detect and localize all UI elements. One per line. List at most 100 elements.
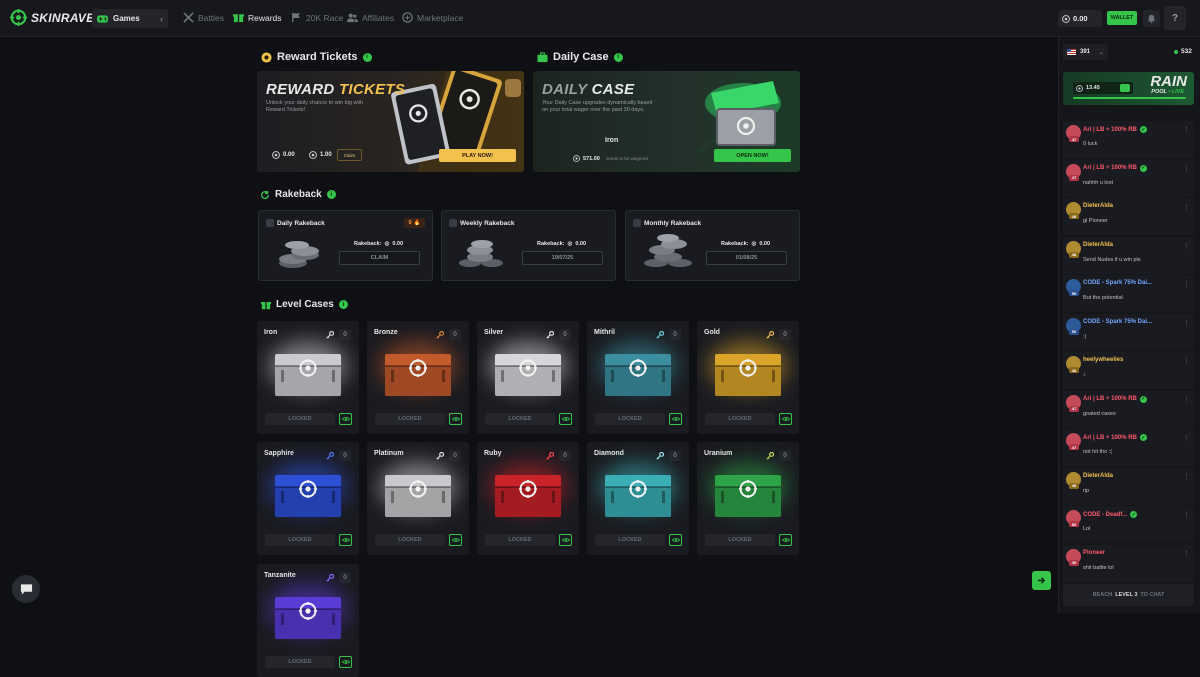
rain-live-label: • LIVE [1168,89,1184,95]
rain-join-icon[interactable] [1120,84,1130,92]
chat-username[interactable]: DieterAlda [1083,242,1113,248]
more-options-icon[interactable]: ⋮ [1183,126,1190,134]
chat-username[interactable]: CODE - Deadf... ✓ [1083,511,1138,518]
preview-case-button[interactable] [449,534,462,546]
preview-case-button[interactable] [779,534,792,546]
info-icon[interactable]: i [362,52,372,62]
info-icon[interactable]: i [338,300,348,309]
info-icon[interactable]: i [613,52,623,62]
eye-icon [451,417,460,421]
case-locked-button[interactable]: LOCKED [485,534,555,546]
support-chat-button[interactable] [12,575,40,603]
case-locked-button[interactable]: LOCKED [265,656,335,668]
daily-rakeback-title-text: Daily Rakeback [277,219,325,227]
more-options-icon[interactable]: ⋮ [1183,357,1190,365]
more-options-icon[interactable]: ⋮ [1183,511,1190,519]
streak-count: 0 [408,220,412,226]
case-locked-button[interactable]: LOCKED [265,534,335,546]
preview-case-button[interactable] [339,413,352,425]
preview-case-button[interactable] [669,534,682,546]
notifications-button[interactable] [1143,10,1160,27]
chat-username[interactable]: Ari | LB + 100% RB ✓ [1083,126,1147,133]
wallet-button[interactable]: WALLET [1107,11,1137,25]
nav-rewards[interactable]: Rewards [233,12,282,23]
level-case-card[interactable]: Sapphire 0 LOCKED [257,442,359,555]
user-avatar-button[interactable]: ? [1164,6,1186,30]
nav-marketplace[interactable]: Marketplace [402,12,463,23]
monthly-rakeback-amount: Rakeback: ◎ 0.00 [721,241,770,247]
preview-case-button[interactable] [669,413,682,425]
claim-tickets-button[interactable]: Claim [337,149,362,161]
weekly-rakeback-value: 0.00 [575,241,587,247]
more-options-icon[interactable]: ⋮ [1183,319,1190,327]
level-case-card[interactable]: Iron 0 LOCKED [257,321,359,434]
level-case-card[interactable]: Silver 0 LOCKED [477,321,579,434]
users-icon [347,13,358,23]
case-locked-button[interactable]: LOCKED [375,534,445,546]
expand-chat-button[interactable] [1032,571,1051,590]
case-locked-button[interactable]: LOCKED [705,413,775,425]
more-options-icon[interactable]: ⋮ [1183,473,1190,481]
verified-icon: ✓ [1139,395,1147,403]
case-locked-button[interactable]: LOCKED [375,413,445,425]
more-options-icon[interactable]: ⋮ [1183,242,1190,250]
level-case-card[interactable]: Gold 0 LOCKED [697,321,799,434]
more-options-icon[interactable]: ⋮ [1183,396,1190,404]
more-options-icon[interactable]: ⋮ [1183,280,1190,288]
preview-case-button[interactable] [449,413,462,425]
preview-case-button[interactable] [559,534,572,546]
chat-username[interactable]: Pioneer [1083,550,1105,556]
preview-case-button[interactable] [339,656,352,668]
chat-username-text: CODE - Spark 75% Dai... [1083,318,1153,325]
chat-username[interactable]: heelywheelies [1083,357,1123,363]
user-level-badge: 47 [1069,405,1079,412]
claim-daily-rakeback-button[interactable]: CLAIM [339,251,420,265]
nav-affiliates[interactable]: Affiliates [347,12,394,23]
preview-case-button[interactable] [779,413,792,425]
level-case-card[interactable]: Diamond 0 LOCKED [587,442,689,555]
level-case-card[interactable]: Ruby 0 LOCKED [477,442,579,555]
rain-pool-banner[interactable]: 13.45 RAIN POOL • LIVE [1063,72,1194,105]
chat-username-text: CODE - Deadf... [1083,511,1128,518]
level-case-card[interactable]: Mithril 0 LOCKED [587,321,689,434]
chat-username[interactable]: CODE - Spark 75% Dai... [1083,280,1152,286]
chat-room-selector[interactable]: 391 ⌄ [1063,44,1108,60]
balance-display[interactable]: 0.00 [1058,10,1102,27]
chat-username[interactable]: DieterAlda [1083,203,1113,209]
level-case-card[interactable]: Platinum 0 LOCKED [367,442,469,555]
case-locked-button[interactable]: LOCKED [265,413,335,425]
user-level-badge: 48 [1069,482,1079,489]
coin-icon [1062,14,1070,23]
chat-message-text: nahhh u lost [1083,179,1113,186]
play-now-button[interactable]: PLAY NOW! [439,149,516,162]
case-locked-button[interactable]: LOCKED [595,413,665,425]
daily-case-heading: Daily Case i [537,51,623,63]
more-options-icon[interactable]: ⋮ [1183,203,1190,211]
level-case-card[interactable]: Uranium 0 LOCKED [697,442,799,555]
logo[interactable]: SKINRAVE [10,9,95,26]
logo-icon [10,9,27,26]
chat-username[interactable]: Ari | LB + 100% RB ✓ [1083,434,1147,441]
more-options-icon[interactable]: ⋮ [1183,550,1190,558]
level-case-card[interactable]: Bronze 0 LOCKED [367,321,469,434]
chat-message-text: goated cases [1083,410,1116,417]
level-case-card[interactable]: Tanzanite 0 LOCKED [257,564,359,677]
rain-title: RAIN [1150,73,1187,90]
preview-case-button[interactable] [339,534,352,546]
online-count: 532 [1174,48,1192,55]
chat-username[interactable]: Ari | LB + 100% RB ✓ [1083,164,1147,172]
chat-username[interactable]: Ari | LB + 100% RB ✓ [1083,395,1147,403]
chat-username[interactable]: DieterAlda [1083,473,1113,479]
chat-username[interactable]: CODE - Spark 75% Dai... [1083,319,1152,325]
more-options-icon[interactable]: ⋮ [1183,165,1190,173]
nav-battles[interactable]: Battles [183,12,224,23]
info-icon[interactable]: i [326,190,336,199]
case-locked-button[interactable]: LOCKED [485,413,555,425]
nav-race[interactable]: 20K Race [291,12,343,23]
case-locked-button[interactable]: LOCKED [595,534,665,546]
open-now-button[interactable]: OPEN NOW! [714,149,791,162]
case-locked-button[interactable]: LOCKED [705,534,775,546]
games-button[interactable]: Games ‹ [92,9,168,28]
more-options-icon[interactable]: ⋮ [1183,434,1190,442]
preview-case-button[interactable] [559,413,572,425]
